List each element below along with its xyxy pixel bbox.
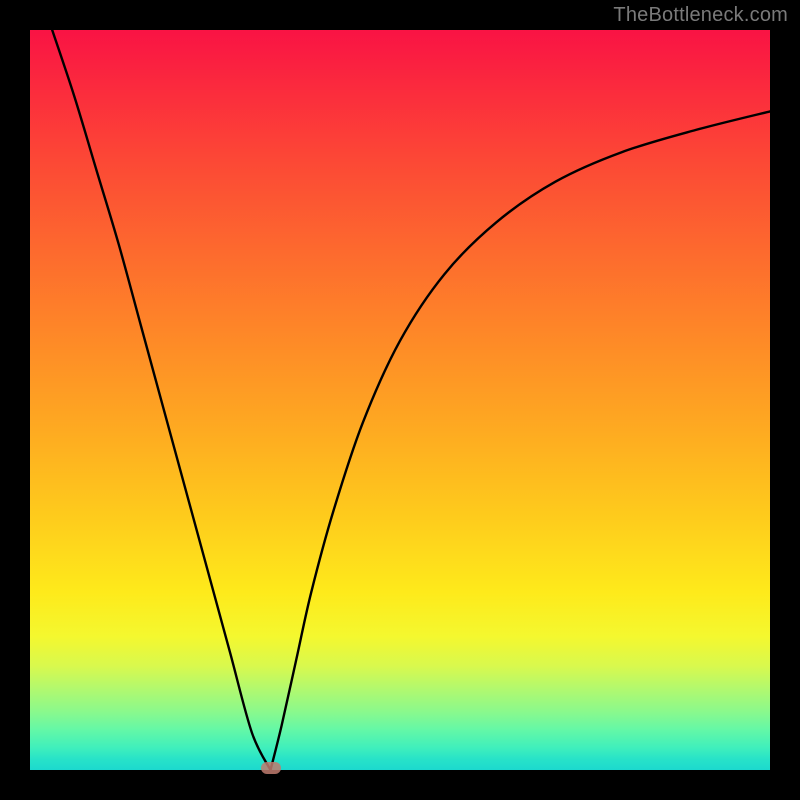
- watermark-text: TheBottleneck.com: [613, 4, 788, 27]
- plot-area: [30, 30, 770, 770]
- curve-right: [271, 111, 771, 770]
- curve-left: [52, 30, 270, 770]
- minimum-marker: [261, 762, 281, 774]
- chart-frame: TheBottleneck.com: [0, 0, 800, 800]
- bottleneck-curve: [30, 30, 770, 770]
